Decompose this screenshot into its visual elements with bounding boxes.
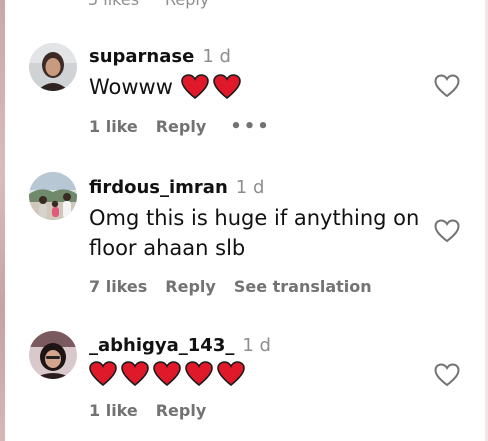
red-heart-emoji-icon xyxy=(89,361,117,387)
reply-button[interactable]: Reply xyxy=(165,277,216,296)
previous-likes-link[interactable]: 5 likes xyxy=(88,0,139,9)
likes-count-link[interactable]: 1 like xyxy=(89,401,138,420)
heart-outline-icon[interactable] xyxy=(434,74,462,100)
avatar[interactable] xyxy=(29,331,77,379)
username[interactable]: suparnase xyxy=(89,46,194,67)
comment-text: Wowww xyxy=(89,72,429,102)
see-translation-link[interactable]: See translation xyxy=(234,277,372,296)
comment-text-content: Wowww xyxy=(89,75,173,99)
previous-reply-link[interactable]: Reply xyxy=(165,0,209,9)
red-heart-emoji-icon xyxy=(185,361,213,387)
timestamp: 1 d xyxy=(235,177,265,198)
red-heart-emoji-icon xyxy=(121,361,149,387)
comment-meta: firdous_imran 1 d xyxy=(89,177,429,201)
more-options-icon[interactable]: ••• xyxy=(230,116,271,137)
reply-button[interactable]: Reply xyxy=(156,117,207,136)
heart-emojis xyxy=(89,361,429,387)
comment-body: _abhigya_143_ 1 d 1 like Reply xyxy=(89,335,429,420)
comment-actions: 7 likes Reply See translation xyxy=(89,277,429,296)
left-edge-decoration xyxy=(0,0,5,441)
likes-count-link[interactable]: 7 likes xyxy=(89,277,147,296)
timestamp: 1 d xyxy=(242,335,271,356)
avatar[interactable] xyxy=(29,43,77,91)
reply-button[interactable]: Reply xyxy=(156,401,207,420)
red-heart-emoji-icon xyxy=(217,361,245,387)
comment-meta: _abhigya_143_ 1 d xyxy=(89,335,429,359)
previous-comment-actions: 5 likes Reply xyxy=(88,0,209,9)
username[interactable]: _abhigya_143_ xyxy=(89,335,234,356)
username[interactable]: firdous_imran xyxy=(89,177,228,198)
timestamp: 1 d xyxy=(202,46,231,67)
comment-meta: suparnase 1 d xyxy=(89,46,429,70)
comment-body: firdous_imran 1 d Omg this is huge if an… xyxy=(89,177,429,296)
comment-text: Omg this is huge if anything on floor ah… xyxy=(89,206,420,260)
heart-outline-icon[interactable] xyxy=(434,363,462,389)
red-heart-emoji-icon xyxy=(153,361,181,387)
comment-actions: 1 like Reply ••• xyxy=(89,116,429,137)
comment-actions: 1 like Reply xyxy=(89,401,429,420)
avatar[interactable] xyxy=(29,172,77,220)
comment-body: suparnase 1 d Wowww 1 like Reply ••• xyxy=(89,46,429,137)
red-heart-emoji-icon xyxy=(213,74,241,100)
heart-outline-icon[interactable] xyxy=(434,219,462,245)
likes-count-link[interactable]: 1 like xyxy=(89,117,138,136)
red-heart-emoji-icon xyxy=(181,74,209,100)
heart-emojis xyxy=(181,74,241,100)
comment-text xyxy=(89,361,429,387)
